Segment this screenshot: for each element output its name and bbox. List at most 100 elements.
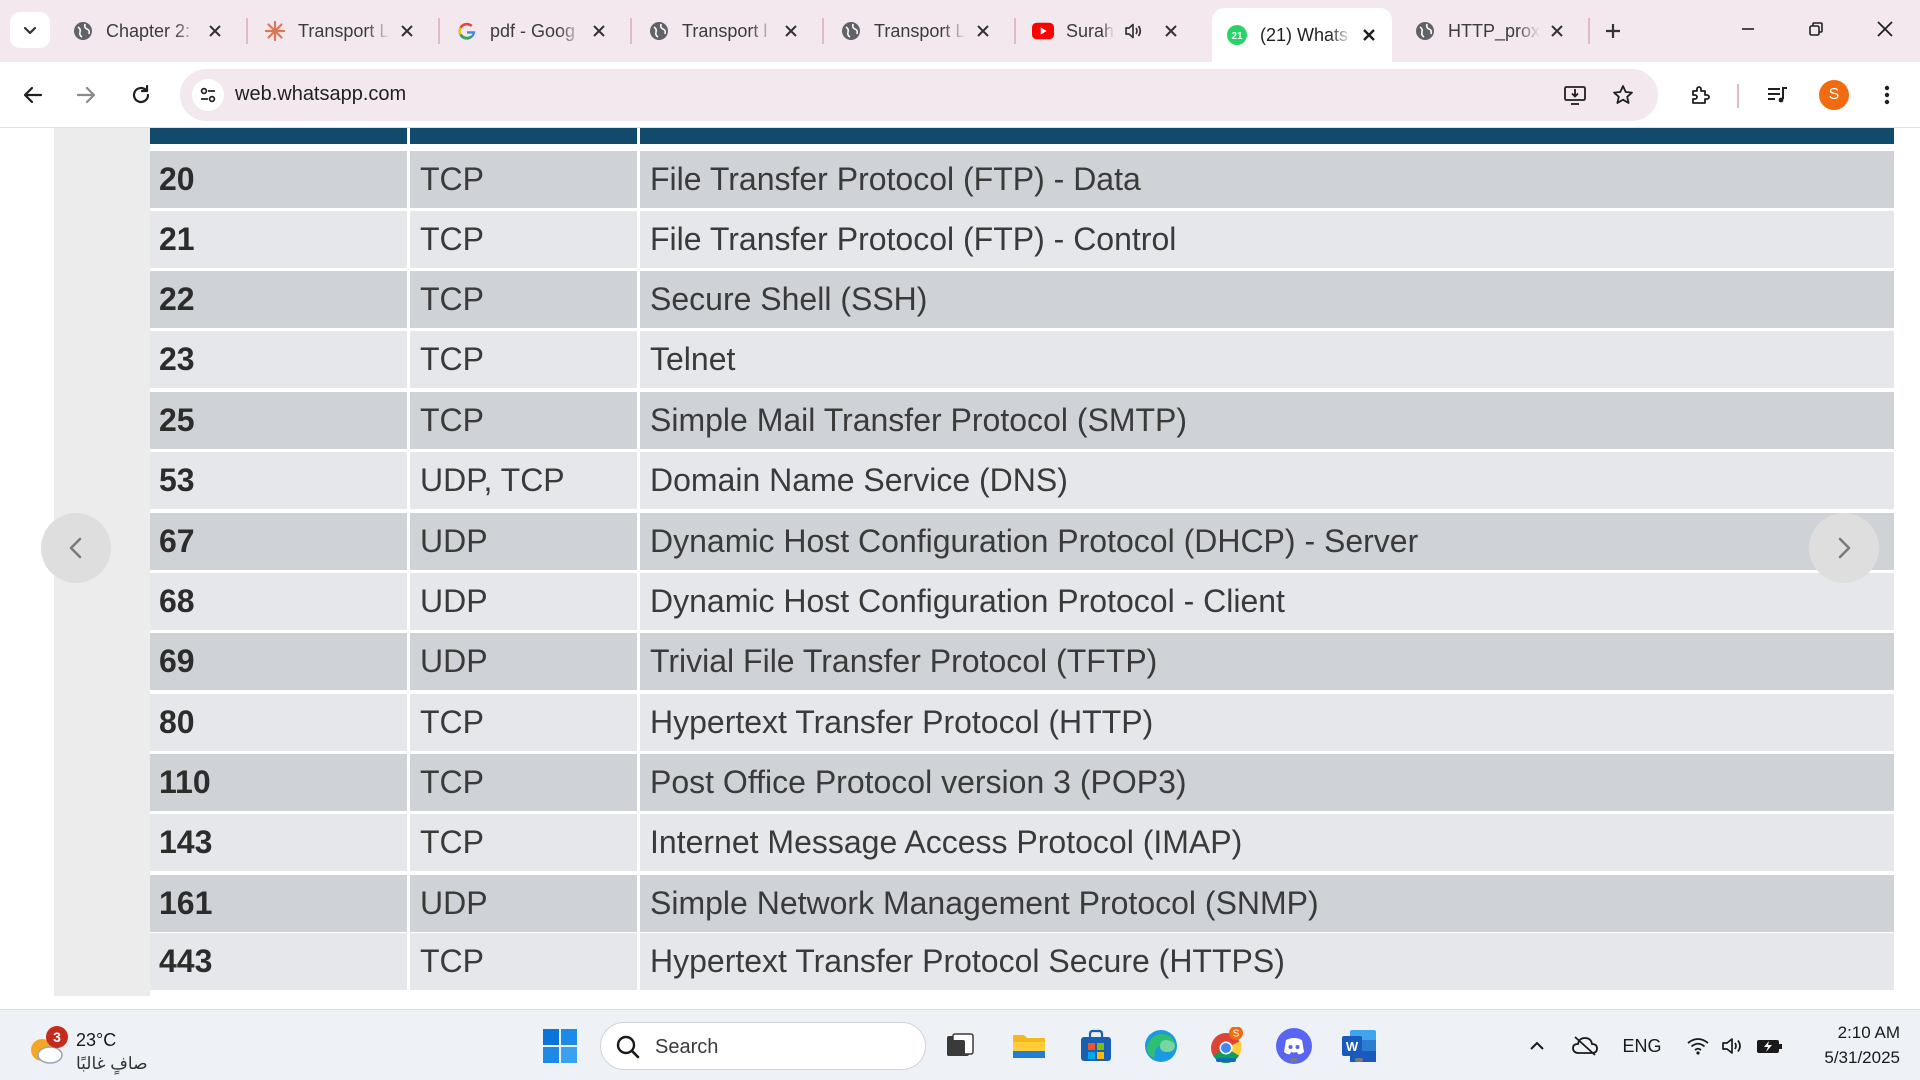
close-tab-icon[interactable] <box>1546 20 1568 42</box>
forward-button[interactable] <box>66 75 106 115</box>
discord-button[interactable] <box>1272 1024 1316 1068</box>
header-cell <box>640 128 1894 144</box>
menu-button[interactable] <box>1867 75 1907 115</box>
tab-separator <box>630 18 632 44</box>
clock-time: 2:10 AM <box>1837 1023 1900 1042</box>
more-vert-icon <box>1884 85 1890 105</box>
tab-google-pdf[interactable]: pdf - Goog <box>442 8 622 54</box>
search-icon <box>616 1035 640 1059</box>
chevron-up-icon <box>1530 1041 1544 1050</box>
minimize-button[interactable] <box>1718 6 1778 52</box>
svg-text:21: 21 <box>1231 31 1243 42</box>
port-cell: 143 <box>150 814 410 871</box>
close-tab-icon[interactable] <box>780 20 802 42</box>
tab-youtube-surah[interactable]: Surah A <box>1018 8 1198 54</box>
application-cell: Hypertext Transfer Protocol (HTTP) <box>650 704 1154 740</box>
port-cell: 20 <box>150 151 410 208</box>
file-explorer-button[interactable] <box>1007 1024 1051 1068</box>
table-row: 69 UDP Trivial File Transfer Protocol (T… <box>150 633 1894 690</box>
application-cell: Domain Name Service (DNS) <box>650 462 1068 498</box>
url-text[interactable]: web.whatsapp.com <box>235 83 406 106</box>
edge-button[interactable] <box>1139 1024 1183 1068</box>
star-icon <box>1613 85 1633 104</box>
install-app-button[interactable] <box>1559 79 1591 111</box>
media-controls-button[interactable] <box>1758 75 1798 115</box>
task-view-button[interactable] <box>938 1024 982 1068</box>
chrome-button[interactable]: S <box>1204 1024 1248 1068</box>
protocol-cell: TCP <box>410 392 640 449</box>
globe-icon <box>1414 20 1436 42</box>
close-tab-icon[interactable] <box>396 20 418 42</box>
onedrive-button[interactable] <box>1568 1028 1602 1064</box>
running-indicator <box>1355 1058 1363 1062</box>
close-tab-icon[interactable] <box>204 20 226 42</box>
minimize-icon <box>1742 28 1754 30</box>
weather-widget[interactable]: 3 23°C صافٍ غالبًا <box>26 1022 206 1073</box>
port-cell: 110 <box>150 754 410 811</box>
network-button[interactable] <box>1683 1028 1713 1064</box>
table-row: 80 TCP Hypertext Transfer Protocol (HTTP… <box>150 694 1894 751</box>
tab-transport-3[interactable]: Transport L <box>826 8 1006 54</box>
battery-button[interactable] <box>1753 1028 1787 1064</box>
edge-icon <box>1145 1030 1177 1062</box>
application-cell: Post Office Protocol version 3 (POP3) <box>650 764 1187 800</box>
windows-taskbar: 3 23°C صافٍ غالبًا Search S W ENG 2:10 A… <box>0 1009 1920 1080</box>
tab-http-proxy[interactable]: HTTP_prox <box>1400 8 1580 54</box>
reload-button[interactable] <box>121 75 161 115</box>
table-row: 21 TCP File Transfer Protocol (FTP) - Co… <box>150 211 1894 268</box>
tab-transport-2[interactable]: Transport l <box>634 8 814 54</box>
tab-whatsapp[interactable]: 21 (21) Whats <box>1212 8 1392 62</box>
protocol-cell: UDP <box>410 875 640 932</box>
close-window-button[interactable] <box>1855 6 1915 52</box>
system-clock[interactable]: 2:10 AM 5/31/2025 <box>1800 1020 1900 1070</box>
plus-icon <box>1606 24 1620 38</box>
next-image-button[interactable] <box>1809 513 1879 583</box>
profile-avatar[interactable]: S <box>1819 80 1849 110</box>
address-bar[interactable]: web.whatsapp.com <box>180 69 1658 121</box>
table-row: 20 TCP File Transfer Protocol (FTP) - Da… <box>150 151 1894 208</box>
table-row: 161 UDP Simple Network Management Protoc… <box>150 875 1894 932</box>
arrow-left-icon <box>23 86 43 104</box>
tab-title: Surah A <box>1066 20 1114 41</box>
port-cell: 25 <box>150 392 410 449</box>
arrow-right-icon <box>76 86 96 104</box>
bookmark-button[interactable] <box>1607 79 1639 111</box>
show-hidden-icons-button[interactable] <box>1522 1028 1552 1064</box>
tab-separator <box>1588 18 1590 44</box>
close-tab-icon[interactable] <box>1358 24 1380 46</box>
speaker-icon[interactable] <box>1122 20 1144 42</box>
tab-transport-claude[interactable]: Transport L <box>250 8 430 54</box>
application-cell: Trivial File Transfer Protocol (TFTP) <box>650 643 1158 679</box>
close-tab-icon[interactable] <box>588 20 610 42</box>
table-row: 110 TCP Post Office Protocol version 3 (… <box>150 754 1894 811</box>
taskbar-search[interactable]: Search <box>600 1022 926 1070</box>
volume-button[interactable] <box>1717 1028 1747 1064</box>
port-table: 20 TCP File Transfer Protocol (FTP) - Da… <box>150 128 1894 990</box>
wifi-icon <box>1687 1038 1709 1055</box>
close-tab-icon[interactable] <box>972 20 994 42</box>
close-tab-icon[interactable] <box>1160 20 1182 42</box>
start-button[interactable] <box>538 1024 582 1068</box>
weather-temperature: 23°C <box>76 1030 117 1050</box>
protocol-cell: TCP <box>410 151 640 208</box>
word-button[interactable]: W <box>1337 1024 1381 1068</box>
application-cell: Simple Mail Transfer Protocol (SMTP) <box>650 402 1188 438</box>
tab-separator <box>246 18 248 44</box>
tab-chapter[interactable]: Chapter 2: <box>58 8 238 54</box>
svg-text:W: W <box>1346 1039 1359 1054</box>
previous-image-button[interactable] <box>41 513 111 583</box>
new-tab-button[interactable] <box>1596 14 1630 48</box>
table-row: 25 TCP Simple Mail Transfer Protocol (SM… <box>150 392 1894 449</box>
site-info-button[interactable] <box>192 79 224 111</box>
table-row: 143 TCP Internet Message Access Protocol… <box>150 814 1894 871</box>
application-cell: Secure Shell (SSH) <box>650 281 928 317</box>
language-indicator[interactable]: ENG <box>1618 1028 1666 1064</box>
microsoft-store-button[interactable] <box>1074 1024 1118 1068</box>
protocol-cell: UDP, TCP <box>410 452 640 509</box>
protocol-cell: TCP <box>410 694 640 751</box>
extensions-button[interactable] <box>1680 75 1720 115</box>
tab-search-button[interactable] <box>10 12 50 48</box>
search-placeholder: Search <box>655 1036 719 1058</box>
back-button[interactable] <box>13 75 53 115</box>
restore-button[interactable] <box>1786 6 1846 52</box>
